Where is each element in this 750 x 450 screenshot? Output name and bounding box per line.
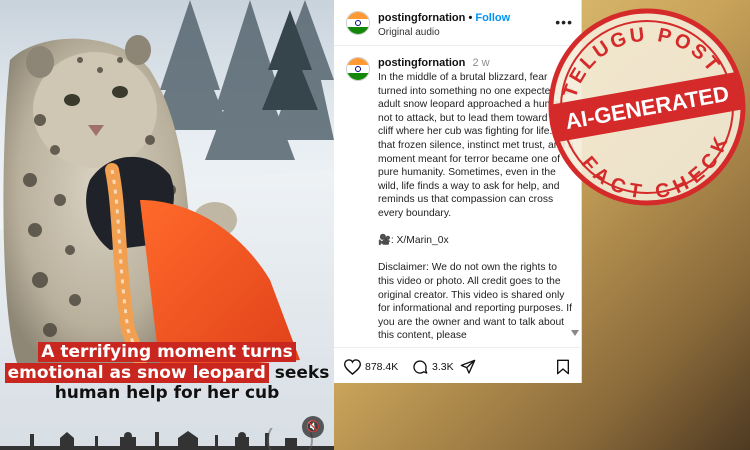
caption-line-3: human help for her cub xyxy=(54,383,280,404)
caption-line-1: A terrifying moment turns xyxy=(0,342,334,363)
caption-paragraph-credit: 🎥: X/Marin_0x xyxy=(378,235,449,247)
comments-count: 3.3K xyxy=(432,361,454,373)
monuments-skyline-graphic xyxy=(0,428,334,450)
audio-label-link[interactable]: Original audio xyxy=(378,27,440,38)
comment-avatar[interactable] xyxy=(346,57,370,81)
speaker-muted-icon: 🔇 xyxy=(306,421,320,433)
comment-button[interactable]: 3.3K xyxy=(412,358,454,376)
follow-button[interactable]: Follow xyxy=(475,12,510,24)
mute-button[interactable]: 🔇 xyxy=(302,416,324,438)
post-action-bar: 878.4K 3.3K xyxy=(334,347,582,383)
comment-username-link[interactable]: postingfornation xyxy=(378,57,465,69)
save-button[interactable] xyxy=(556,358,570,376)
caption-paragraph-disclaimer: Disclaimer: We do not own the rights to … xyxy=(378,262,573,341)
heart-icon xyxy=(344,359,361,375)
header-user-line: postingfornation • Follow xyxy=(378,12,511,24)
likes-count: 878.4K xyxy=(365,361,399,373)
video-panel[interactable]: A terrifying moment turns emotional as s… xyxy=(0,0,334,450)
like-button[interactable]: 878.4K xyxy=(344,358,398,376)
paper-plane-icon xyxy=(460,359,476,374)
comment-age: 2 w xyxy=(472,57,490,69)
scroll-down-arrow-icon[interactable] xyxy=(571,330,579,336)
post-username-link[interactable]: postingfornation xyxy=(378,12,465,24)
caption-line-2: emotional as snow leopard seeks xyxy=(0,362,334,384)
comment-header: postingfornation 2 w xyxy=(378,57,490,69)
share-button[interactable] xyxy=(460,358,476,376)
bookmark-icon xyxy=(557,359,569,375)
fact-check-stamp: TELUGU POST FACT CHECK AI-GENERATED xyxy=(548,8,746,210)
comment-bubble-icon xyxy=(413,360,428,374)
video-caption: A terrifying moment turns emotional as s… xyxy=(0,342,334,404)
profile-avatar[interactable] xyxy=(346,11,370,35)
